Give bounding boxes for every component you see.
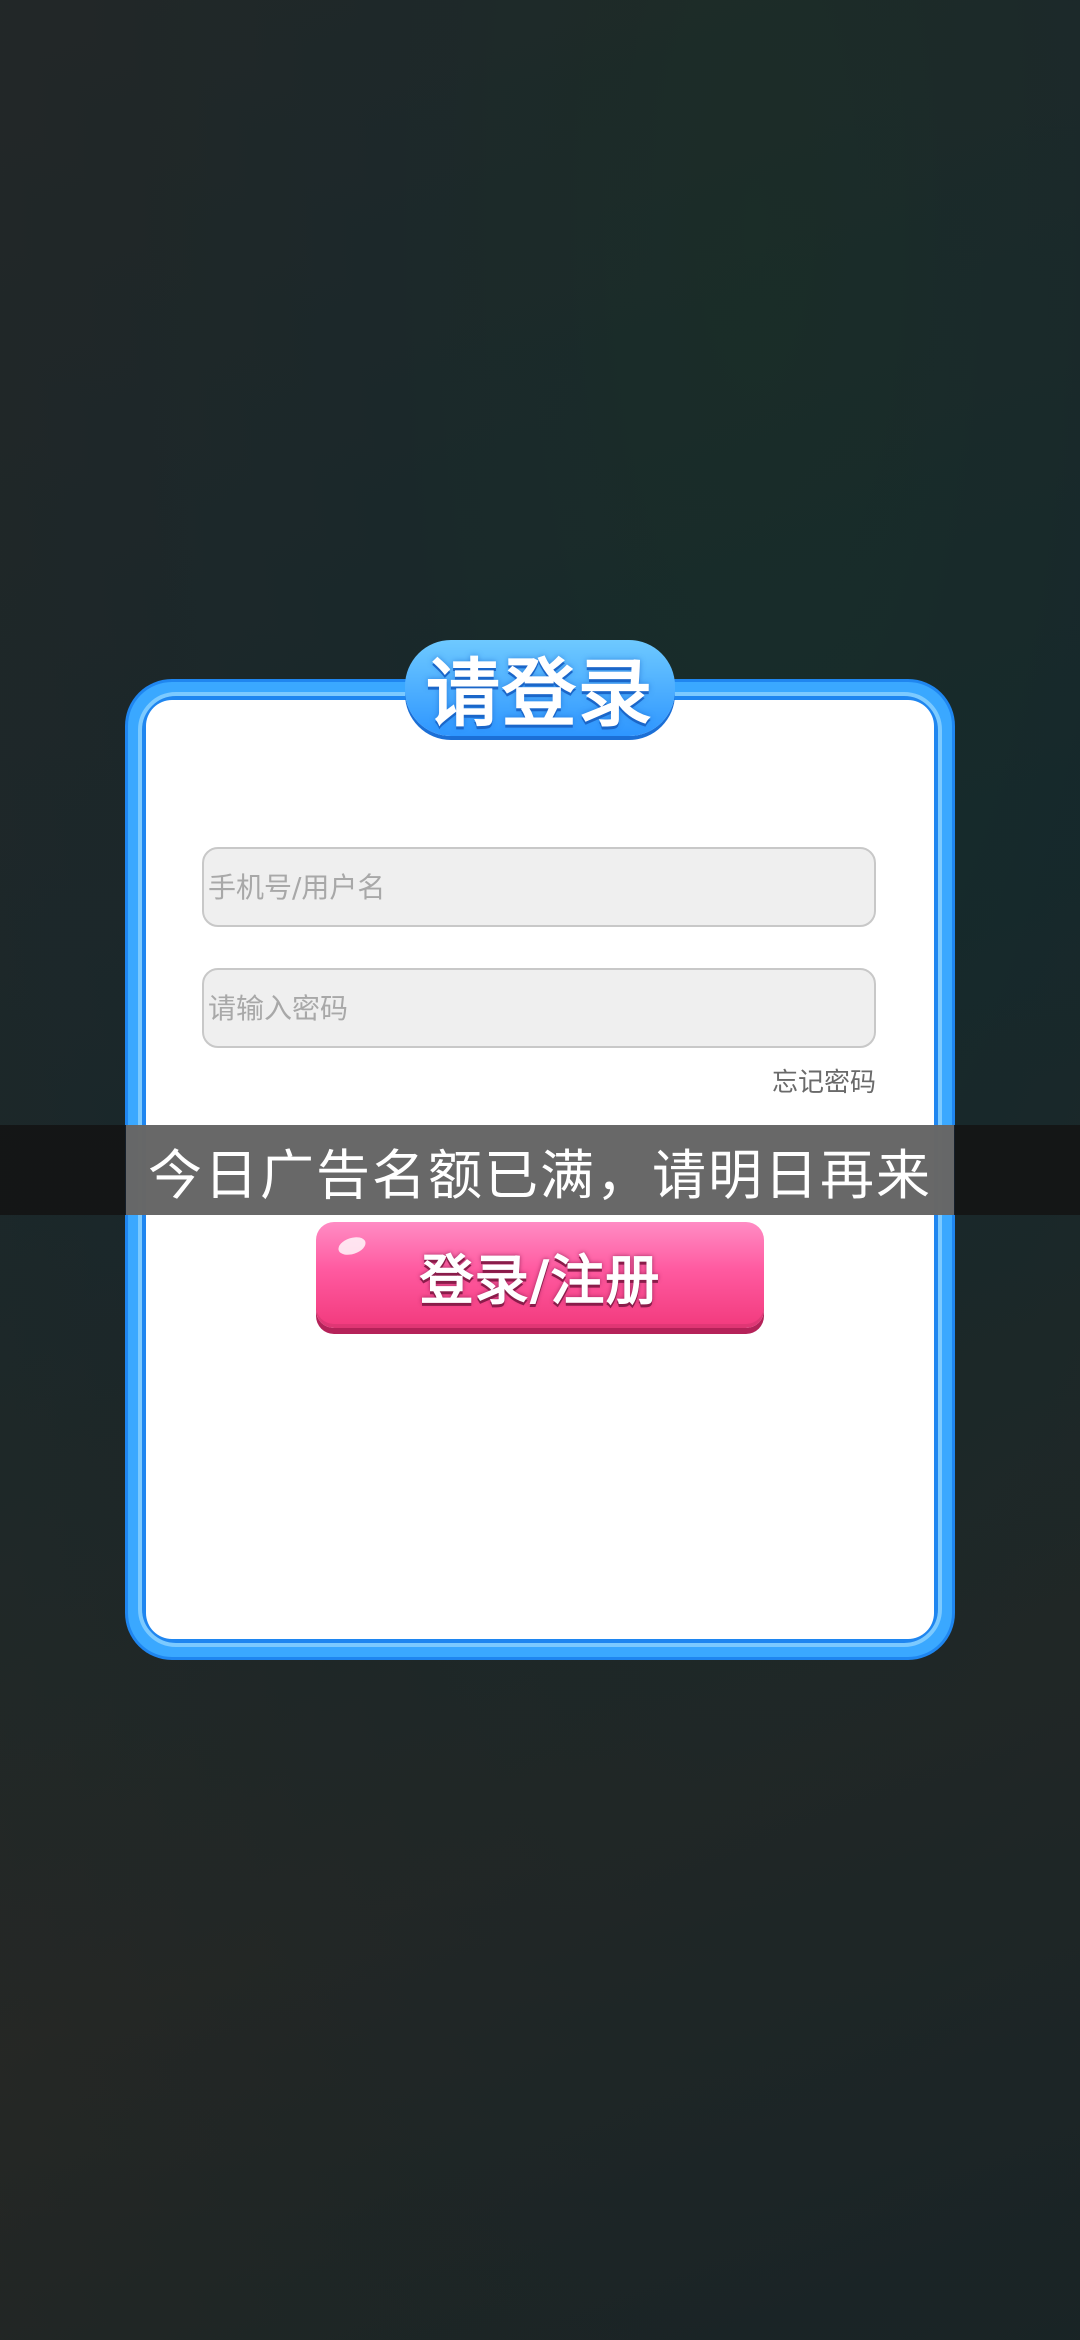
- login-title: 请登录: [426, 650, 654, 737]
- login-register-label: 登录/注册: [419, 1248, 661, 1312]
- button-shine: [336, 1234, 368, 1258]
- password-input[interactable]: [202, 968, 876, 1048]
- toast-message-box: 今日广告名额已满，请明日再来: [126, 1125, 954, 1215]
- login-title-badge: 请登录: [405, 628, 675, 746]
- login-register-button[interactable]: 登录/注册: [316, 1222, 764, 1328]
- forgot-password-link[interactable]: 忘记密码: [762, 1060, 887, 1101]
- toast-message: 今日广告名额已满，请明日再来: [148, 1143, 932, 1207]
- toast-banner: 今日广告名额已满，请明日再来: [0, 1125, 1080, 1215]
- username-input[interactable]: [202, 847, 876, 927]
